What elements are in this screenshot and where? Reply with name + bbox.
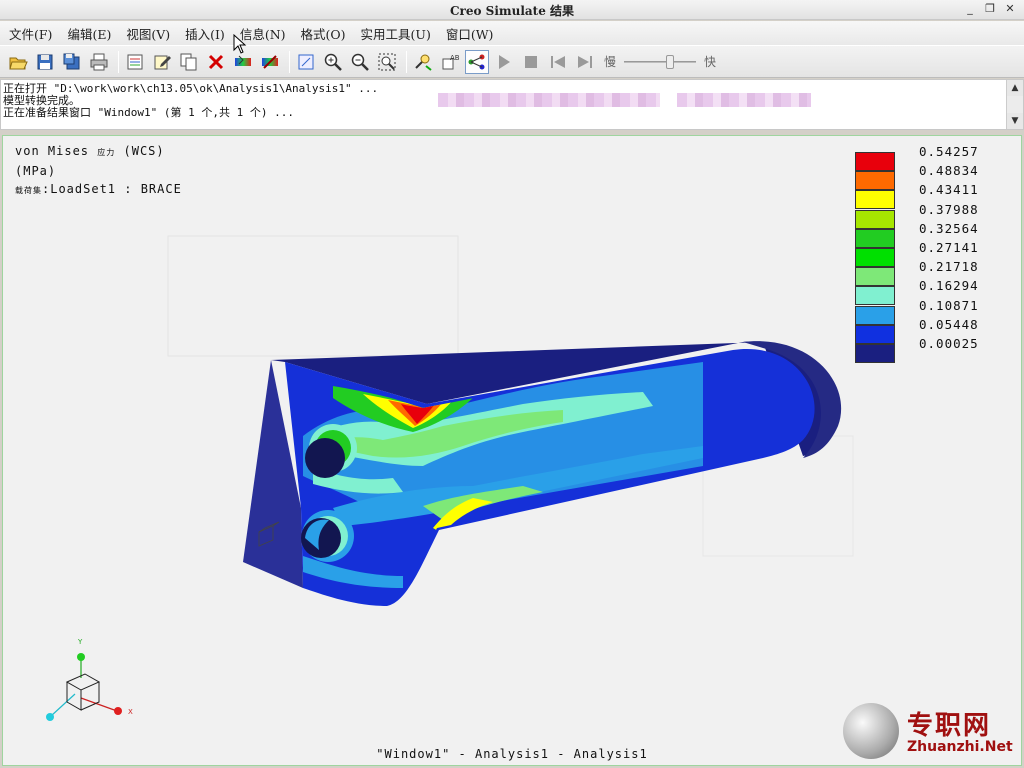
message-line: 正在准备结果窗口 "Window1" (第 1 个,共 1 个) ... bbox=[3, 106, 294, 119]
legend-value: 0.37988 bbox=[919, 201, 979, 217]
scroll-down-arrow-icon[interactable]: ▼ bbox=[1007, 113, 1023, 129]
query-icon[interactable] bbox=[411, 50, 435, 74]
svg-text:AB: AB bbox=[450, 54, 460, 62]
blurred-region bbox=[677, 93, 811, 107]
menu-edit[interactable]: 编辑(E) bbox=[62, 24, 121, 43]
legend-value: 0.54257 bbox=[919, 144, 979, 159]
first-frame-icon[interactable] bbox=[546, 50, 570, 74]
legend-swatch bbox=[855, 190, 895, 210]
menu-view[interactable]: 视图(V) bbox=[121, 24, 180, 43]
triad-x-label: X bbox=[128, 708, 133, 716]
speed-slow-label: 慢 bbox=[604, 55, 617, 69]
copy-window-icon[interactable] bbox=[123, 50, 147, 74]
graphics-window[interactable]: von Mises 应力 (WCS) (MPa) 载荷集:LoadSet1 : … bbox=[2, 135, 1022, 766]
legend-swatch bbox=[855, 248, 895, 267]
dynamic-query-icon[interactable]: AB bbox=[438, 50, 462, 74]
legend-value: 0.00025 bbox=[919, 336, 979, 351]
legend-swatch bbox=[855, 171, 895, 191]
legend-value: 0.05448 bbox=[919, 316, 979, 332]
legend-swatch bbox=[855, 344, 895, 363]
result-title: von Mises bbox=[15, 144, 90, 158]
stop-icon[interactable] bbox=[519, 50, 543, 74]
legend-swatch bbox=[855, 209, 895, 229]
menu-format[interactable]: 格式(O) bbox=[296, 24, 356, 43]
menu-insert[interactable]: 插入(I) bbox=[180, 24, 235, 43]
legend-swatch bbox=[855, 305, 895, 325]
bolt-hole bbox=[305, 438, 345, 478]
speed-fast-label: 快 bbox=[704, 55, 717, 69]
logo-cn-text: 专职网 bbox=[907, 711, 992, 741]
zoom-out-icon[interactable] bbox=[348, 50, 372, 74]
result-title-cn: 应力 bbox=[97, 148, 116, 157]
legend-swatch bbox=[855, 267, 895, 287]
legend-swatch bbox=[855, 152, 895, 171]
logo-en-text: Zhuanzhi.Net bbox=[907, 739, 1013, 755]
save-as-icon[interactable] bbox=[60, 50, 84, 74]
menu-window[interactable]: 窗口(W) bbox=[441, 24, 504, 43]
legend-value: 0.10871 bbox=[919, 297, 979, 313]
units-label: (MPa) bbox=[15, 164, 57, 178]
toolbar-separator bbox=[289, 50, 290, 73]
restore-button[interactable]: ❐ bbox=[982, 2, 998, 16]
menu-bar: 文件(F) 编辑(E) 视图(V) 插入(I) 信息(N) 格式(O) 实用工具… bbox=[0, 21, 1024, 45]
legend-value: 0.21718 bbox=[919, 259, 979, 275]
message-scrollbar[interactable]: ▲ ▼ bbox=[1006, 80, 1023, 129]
toolbar: AB 慢 快 bbox=[0, 45, 1024, 78]
toolbar-separator bbox=[118, 50, 119, 73]
minimize-button[interactable]: _ bbox=[962, 2, 978, 16]
zoom-fit-icon[interactable] bbox=[294, 50, 318, 74]
legend-value: 0.32564 bbox=[919, 220, 979, 236]
menu-utilities[interactable]: 实用工具(U) bbox=[356, 24, 441, 43]
last-frame-icon[interactable] bbox=[573, 50, 597, 74]
message-area: 正在打开 "D:\work\work\ch13.05\ok\Analysis1\… bbox=[0, 79, 1024, 130]
animation-speed-slider[interactable] bbox=[620, 52, 700, 72]
scroll-up-arrow-icon[interactable]: ▲ bbox=[1007, 80, 1023, 96]
open-icon[interactable] bbox=[6, 50, 30, 74]
save-icon[interactable] bbox=[33, 50, 57, 74]
legend-value: 0.48834 bbox=[919, 163, 979, 179]
legend-swatch bbox=[855, 324, 895, 344]
delete-icon[interactable] bbox=[204, 50, 228, 74]
link-icon[interactable] bbox=[465, 49, 489, 74]
loadset-prefix: 载荷集 bbox=[15, 186, 42, 195]
close-button[interactable]: ✕ bbox=[1002, 2, 1018, 16]
triad-y-label: Y bbox=[77, 638, 83, 646]
coord-system-label: (WCS) bbox=[123, 144, 165, 158]
legend-value: 0.27141 bbox=[919, 240, 979, 255]
legend-value: 0.16294 bbox=[919, 278, 979, 294]
menu-file[interactable]: 文件(F) bbox=[4, 24, 62, 43]
legend-swatch bbox=[855, 228, 895, 248]
legend-value: 0.43411 bbox=[919, 182, 979, 198]
blurred-region bbox=[438, 93, 660, 107]
toolbar-separator bbox=[406, 50, 407, 73]
mouse-cursor-icon bbox=[233, 34, 247, 54]
legend-swatch bbox=[855, 286, 895, 306]
window-controls: _ ❐ ✕ bbox=[962, 2, 1018, 16]
slider-thumb[interactable] bbox=[665, 54, 674, 69]
window-title: Creo Simulate 结果 bbox=[449, 4, 575, 18]
hide-icon[interactable] bbox=[258, 50, 282, 74]
soccer-ball-icon bbox=[843, 703, 899, 759]
slider-track bbox=[624, 60, 697, 63]
edit-icon[interactable] bbox=[150, 50, 174, 74]
play-icon[interactable] bbox=[492, 50, 516, 74]
zoom-window-icon[interactable] bbox=[375, 50, 399, 74]
copy-icon[interactable] bbox=[177, 50, 201, 74]
zoom-in-icon[interactable] bbox=[321, 50, 345, 74]
title-bar: Creo Simulate 结果 _ ❐ ✕ bbox=[0, 0, 1024, 20]
print-icon[interactable] bbox=[87, 50, 111, 74]
coordinate-triad: Y X bbox=[46, 638, 133, 721]
watermark-logo: 专职网 Zhuanzhi.Net bbox=[841, 701, 1021, 763]
loadset-label: :LoadSet1 : BRACE bbox=[42, 182, 182, 196]
result-header: von Mises 应力 (WCS) (MPa) 载荷集:LoadSet1 : … bbox=[15, 142, 182, 200]
